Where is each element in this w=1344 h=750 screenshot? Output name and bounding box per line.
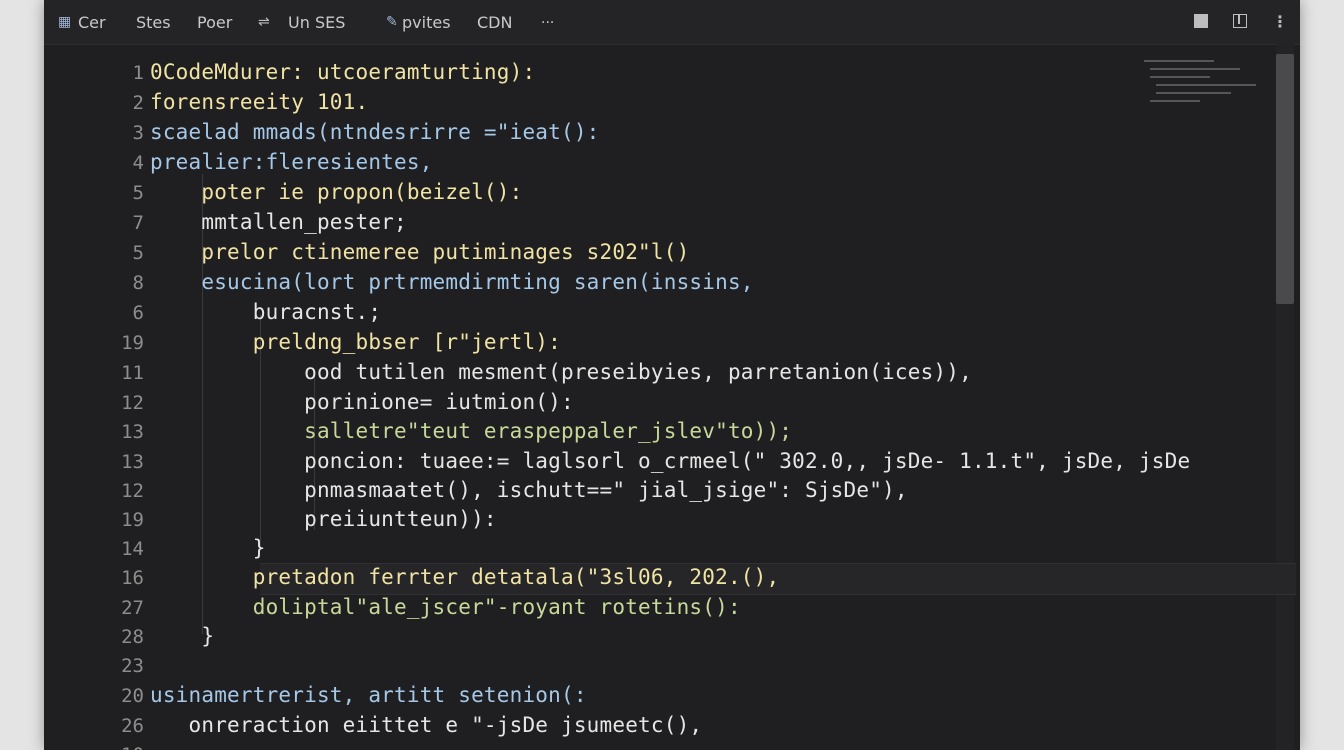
line-number: 6 — [132, 302, 144, 324]
line-number: 3 — [132, 122, 144, 144]
line-number: 2 — [132, 92, 144, 114]
line-number: 7 — [132, 212, 144, 234]
code-line: preldng_bbser [r"jertl): — [150, 330, 561, 354]
code-line: preiiuntteun)): — [150, 507, 497, 531]
line-number-gutter: 1 2 3 4 5 7 5 8 6 19 11 12 13 13 12 19 1… — [44, 44, 144, 750]
line-number: 1 — [132, 62, 144, 84]
code-line: buracnst.; — [150, 300, 382, 324]
more-menu-icon[interactable]: ··· — [541, 15, 554, 31]
scrollbar-thumb[interactable] — [1276, 54, 1294, 304]
line-number: 8 — [132, 272, 144, 294]
code-editor-window: ▦ Cer Stes Poer ⇌ Un SES ✎ pvites CDN ··… — [44, 0, 1300, 750]
code-area[interactable]: 0CodeMdurer: utcoeramturting): forensree… — [150, 44, 1276, 750]
branch-icon[interactable]: ⇌ — [258, 14, 270, 30]
minimize-icon[interactable] — [1194, 14, 1208, 28]
menu-item-stes[interactable]: Stes — [136, 13, 171, 32]
code-line: usinamertrerist, artitt setenion(: — [150, 683, 587, 707]
more-vertical-icon[interactable]: ⋮ — [1272, 12, 1288, 31]
line-number: 13 — [121, 451, 144, 473]
code-line: ood tutilen mesment(preseibyies, parreta… — [150, 360, 972, 384]
line-number: 19 — [121, 509, 144, 531]
line-number: 16 — [121, 567, 144, 589]
file-icon[interactable]: ▦ — [58, 14, 71, 30]
line-number: 14 — [121, 538, 144, 560]
code-line: onreraction eiittet e "-jsDe jsumeetc(), — [150, 713, 703, 737]
line-number: 20 — [121, 685, 144, 707]
code-line: esucina(lort prtrmemdirmting saren(inssi… — [150, 270, 754, 294]
edit-icon[interactable]: ✎ — [386, 14, 398, 30]
menu-item-poer[interactable]: Poer — [197, 13, 232, 32]
code-line: pnmasmaatet(), ischutt==" jial_jsige": S… — [150, 478, 908, 502]
line-number: 26 — [121, 715, 144, 737]
line-number: 27 — [121, 597, 144, 619]
line-number: 11 — [121, 362, 144, 384]
code-line: scaelad mmads(ntndesrirre ="ieat(): — [150, 120, 600, 144]
menu-item-pvites[interactable]: pvites — [402, 13, 451, 32]
line-number: 23 — [121, 655, 144, 677]
code-line: 0CodeMdurer: utcoeramturting): — [150, 60, 536, 84]
code-line: ... — [150, 742, 227, 750]
line-number: 28 — [121, 626, 144, 648]
menu-item-un-ses[interactable]: Un SES — [288, 13, 345, 32]
line-number: 10 — [78, 744, 144, 750]
split-view-icon[interactable] — [1233, 14, 1247, 28]
editor-toolbar: ▦ Cer Stes Poer ⇌ Un SES ✎ pvites CDN ··… — [44, 0, 1300, 45]
code-line: pretadon ferrter detatala("3sl06, 202.()… — [150, 565, 780, 589]
code-line: mmtallen_pester; — [150, 210, 407, 234]
code-line: prelor ctinemeree putiminages s202"l() — [150, 240, 690, 264]
line-number: 12 — [121, 392, 144, 414]
menu-item-cdn[interactable]: CDN — [477, 13, 512, 32]
code-line: porinione= iutmion(): — [150, 390, 574, 414]
code-line: doliptal"ale_jscer"-royant rotetins(): — [150, 595, 741, 619]
line-number: 5 — [132, 182, 144, 204]
line-number: 5 — [132, 242, 144, 264]
line-number: 4 — [132, 152, 144, 174]
code-line: } — [150, 624, 215, 648]
line-number: 12 — [121, 480, 144, 502]
line-number: 13 — [121, 421, 144, 443]
line-number: 19 — [121, 332, 144, 354]
code-line: } — [150, 536, 266, 560]
menu-item-cer[interactable]: Cer — [78, 13, 106, 32]
code-line: salletre"teut eraspeppaler_jslev"to)); — [150, 419, 793, 443]
code-line: prealier:fleresientes, — [150, 150, 433, 174]
code-line: forensreeity 101. — [150, 90, 369, 114]
code-line: poncion: tuaee:= laglsorl o_crmeel(" 302… — [150, 449, 1191, 473]
code-line: poter ie propon(beizel(): — [150, 180, 523, 204]
